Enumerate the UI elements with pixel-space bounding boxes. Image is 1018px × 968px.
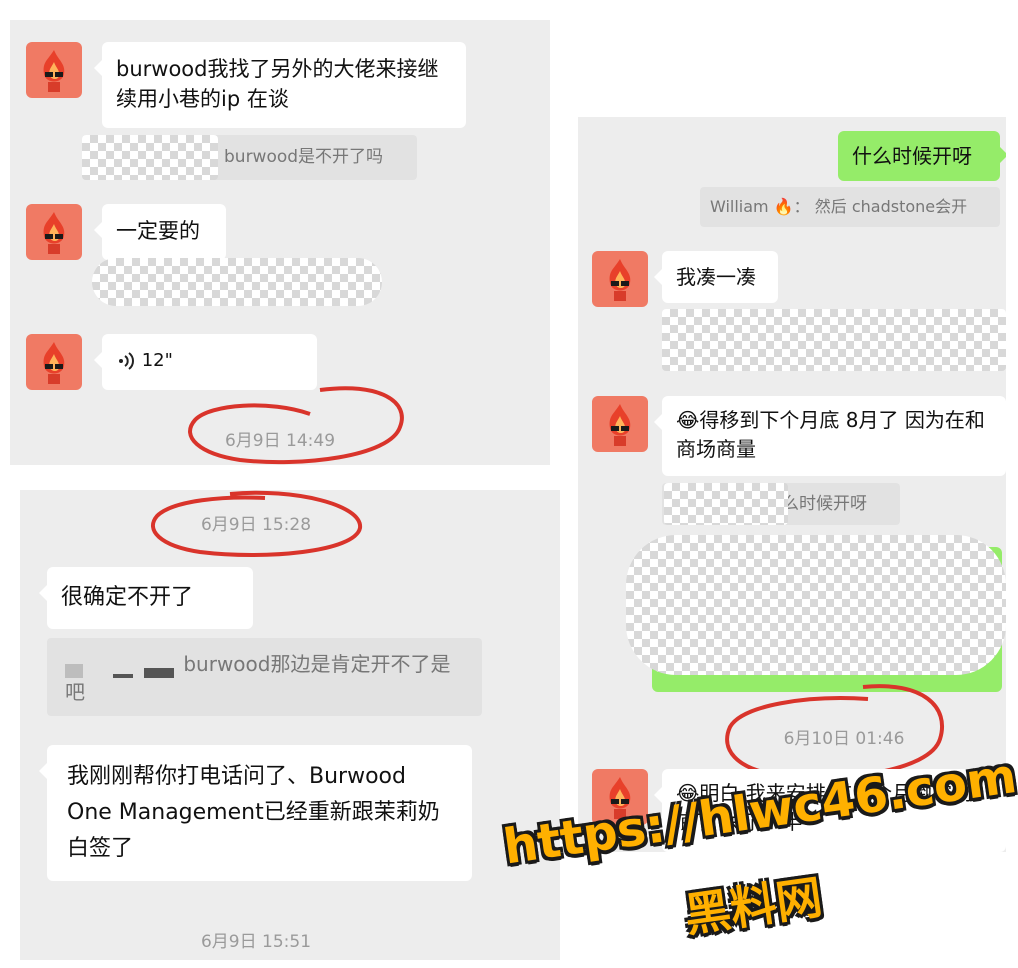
- redacted-block: [664, 483, 788, 525]
- voice-duration: 12": [141, 350, 173, 371]
- sent-message-bubble[interactable]: 什么时候开呀: [838, 131, 1006, 181]
- redacted-name: [65, 657, 177, 678]
- quote-text: 么时候开呀: [782, 494, 867, 514]
- flame-avatar-icon: [609, 259, 631, 301]
- quote-user: William: [710, 197, 769, 216]
- message-bubble[interactable]: 我刚刚帮你打电话问了、Burwood One Management已经重新跟茉莉…: [39, 745, 472, 881]
- timestamp: 6月9日 15:28: [200, 515, 312, 535]
- annotation-circle: [188, 386, 404, 465]
- quote-text: 然后 chadstone会开: [814, 197, 968, 216]
- chat-panel-2: 6月9日 15:28 很确定不开了 burwood那边是肯定开不了是吧 我刚刚帮…: [20, 490, 560, 960]
- quote-colon: ：: [793, 197, 810, 216]
- fire-emoji-icon: 🔥: [773, 197, 794, 216]
- redacted-block: [626, 535, 1006, 675]
- message-bubble[interactable]: 😂得移到下个月底 8月了 因为在和商场商量: [654, 396, 1006, 476]
- avatar[interactable]: [26, 334, 82, 390]
- message-bubble[interactable]: 我凑一凑: [654, 251, 778, 303]
- chat-panel-1: burwood我找了另外的大佬来接继续用小巷的ip 在谈 burwood是不开了…: [10, 20, 550, 465]
- avatar[interactable]: [592, 396, 648, 452]
- quoted-message[interactable]: William 🔥： 然后 chadstone会开: [700, 187, 1000, 227]
- quote-text: burwood是不开了吗: [224, 147, 384, 167]
- flame-avatar-icon: [609, 404, 631, 446]
- quoted-message[interactable]: burwood那边是肯定开不了是吧: [47, 638, 482, 716]
- avatar[interactable]: [26, 204, 82, 260]
- message-bubble[interactable]: 很确定不开了: [39, 567, 253, 629]
- voice-wave-icon: [119, 352, 134, 370]
- timestamp: 6月10日 01:46: [783, 729, 905, 749]
- laugh-emoji-icon: 😂: [676, 408, 700, 432]
- chat-panel-3: 什么时候开呀 William 🔥： 然后 chadstone会开 我凑一凑 😂得…: [578, 117, 1006, 852]
- watermark-site-name: 黑料网: [681, 869, 826, 943]
- flame-avatar-icon: [43, 212, 65, 254]
- redacted-block: [92, 258, 382, 306]
- message-bubble[interactable]: burwood我找了另外的大佬来接继续用小巷的ip 在谈: [94, 42, 466, 128]
- timestamp: 6月9日 15:51: [200, 932, 312, 952]
- message-text: 得移到下个月底 8月了 因为在和商场商量: [676, 408, 985, 461]
- redacted-block: [82, 135, 218, 180]
- avatar[interactable]: [592, 251, 648, 307]
- flame-avatar-icon: [43, 342, 65, 384]
- flame-avatar-icon: [43, 50, 65, 92]
- message-bubble[interactable]: 一定要的: [94, 204, 226, 260]
- redacted-block: [662, 309, 1006, 371]
- avatar[interactable]: [26, 42, 82, 98]
